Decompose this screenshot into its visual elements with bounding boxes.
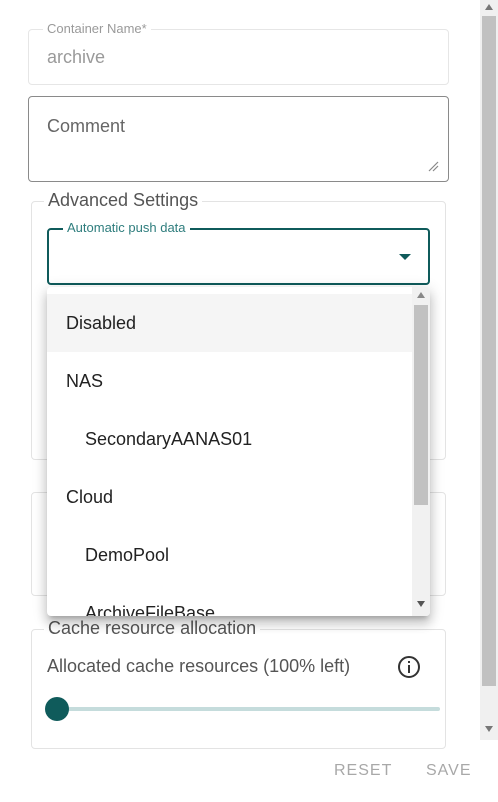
container-name-value: archive	[47, 47, 106, 67]
dropdown-scroll-down-icon[interactable]	[417, 601, 425, 607]
page-scrollbar-thumb[interactable]	[482, 16, 496, 686]
scroll-up-icon[interactable]	[485, 4, 493, 10]
dropdown-option-demopool[interactable]: DemoPool	[47, 526, 412, 584]
option-label: DemoPool	[85, 544, 170, 565]
cache-slider-track[interactable]	[57, 707, 440, 711]
comment-field[interactable]: Comment	[28, 96, 449, 182]
scroll-down-icon[interactable]	[485, 726, 493, 732]
dropdown-group-cloud: Cloud	[47, 468, 412, 526]
caret-down-icon	[399, 254, 411, 260]
cache-allocation-label: Allocated cache resources (100% left)	[47, 656, 351, 676]
resize-handle-icon[interactable]	[427, 160, 439, 172]
option-label: ArchiveFileBase	[85, 602, 216, 617]
dropdown-scrollbar-thumb[interactable]	[414, 305, 428, 505]
cache-section: Cache resource allocation	[31, 618, 446, 749]
option-label: Disabled	[66, 312, 137, 333]
cache-title: Cache resource allocation	[44, 618, 261, 639]
group-label: Cloud	[66, 486, 114, 507]
push-data-select[interactable]: Automatic push data	[47, 221, 430, 285]
push-data-label: Automatic push data	[63, 221, 190, 235]
comment-placeholder: Comment	[47, 116, 126, 136]
container-name-field[interactable]: Container Name* archive	[28, 22, 449, 85]
save-button[interactable]: SAVE	[426, 762, 472, 780]
dropdown-option-archivefilebase[interactable]: ArchiveFileBase	[47, 584, 412, 617]
advanced-settings-title: Advanced Settings	[44, 190, 203, 211]
dropdown-option-secondaryaanas01[interactable]: SecondaryAANAS01	[47, 410, 412, 468]
dropdown-option-disabled[interactable]: Disabled	[47, 294, 412, 352]
reset-button[interactable]: RESET	[334, 762, 392, 780]
push-data-dropdown: Disabled NAS SecondaryAANAS01 Cloud Demo…	[47, 287, 430, 616]
page-scrollbar[interactable]	[480, 0, 498, 740]
cache-slider-thumb[interactable]	[45, 697, 69, 721]
container-name-label: Container Name*	[43, 22, 151, 36]
info-icon[interactable]	[397, 655, 421, 679]
dropdown-group-nas: NAS	[47, 352, 412, 410]
dropdown-scroll-up-icon[interactable]	[417, 292, 425, 298]
dropdown-scrollbar[interactable]	[412, 287, 430, 616]
group-label: NAS	[66, 370, 104, 391]
option-label: SecondaryAANAS01	[85, 428, 253, 449]
